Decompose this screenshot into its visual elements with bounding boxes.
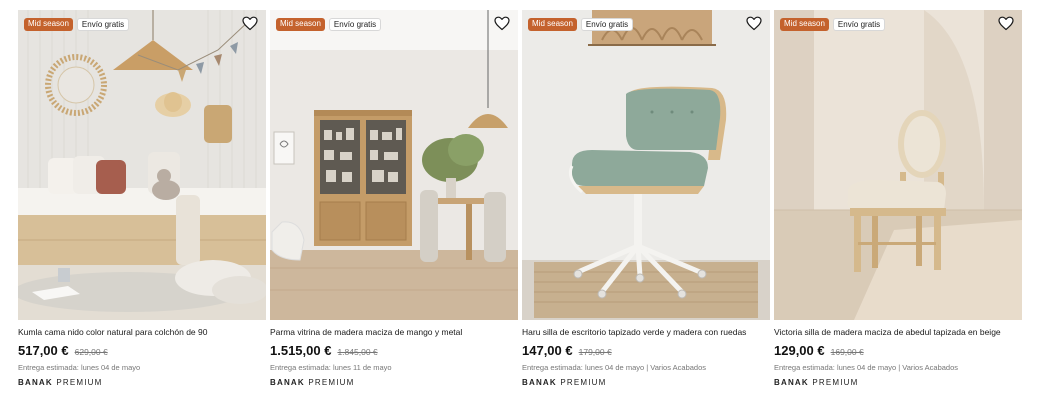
brand-tier: PREMIUM <box>56 378 103 387</box>
brand-tier: PREMIUM <box>812 378 859 387</box>
badge-group: Mid season Envío gratis <box>528 18 634 31</box>
delivery-estimate: Entrega estimada: lunes 11 de mayo <box>270 363 392 372</box>
badge-group: Mid season Envío gratis <box>780 18 886 31</box>
free-shipping-badge: Envío gratis <box>832 18 886 31</box>
sale-badge: Mid season <box>24 18 73 31</box>
heart-outline-icon[interactable] <box>242 16 258 31</box>
delivery-estimate: Entrega estimada: lunes 04 de mayo | Var… <box>774 363 959 372</box>
brand-tier: PREMIUM <box>308 378 355 387</box>
product-photo-display-cabinet <box>270 10 518 320</box>
product-title[interactable]: Haru silla de escritorio tapizado verde … <box>522 327 770 338</box>
sale-badge: Mid season <box>276 18 325 31</box>
current-price: 129,00 € <box>774 343 825 358</box>
original-price: 1.845,00 € <box>337 347 378 357</box>
brand-name: BANAK <box>270 378 305 387</box>
delivery-estimate: Entrega estimada: lunes 04 de mayo <box>18 363 141 372</box>
product-photo-dining-chair <box>774 10 1022 320</box>
free-shipping-badge: Envío gratis <box>580 18 634 31</box>
sale-badge: Mid season <box>528 18 577 31</box>
sale-badge: Mid season <box>780 18 829 31</box>
brand-label: BANAK PREMIUM <box>270 378 355 387</box>
brand-label: BANAK PREMIUM <box>774 378 859 387</box>
product-title[interactable]: Parma vitrina de madera maciza de mango … <box>270 327 518 338</box>
current-price: 517,00 € <box>18 343 69 358</box>
heart-outline-icon[interactable] <box>746 16 762 31</box>
original-price: 169,00 € <box>830 347 864 357</box>
brand-name: BANAK <box>18 378 53 387</box>
product-image[interactable] <box>18 10 266 320</box>
badge-group: Mid season Envío gratis <box>276 18 382 31</box>
original-price: 179,00 € <box>578 347 612 357</box>
price-row: 147,00 € 179,00 € <box>522 343 612 359</box>
product-photo-office-chair <box>522 10 770 320</box>
product-grid: Mid season Envío gratis Kumla cama nido … <box>18 10 1023 395</box>
product-title[interactable]: Victoria silla de madera maciza de abedu… <box>774 327 1022 338</box>
free-shipping-badge: Envío gratis <box>76 18 130 31</box>
brand-tier: PREMIUM <box>560 378 607 387</box>
product-image[interactable] <box>774 10 1022 320</box>
badge-group: Mid season Envío gratis <box>24 18 130 31</box>
heart-outline-icon[interactable] <box>998 16 1014 31</box>
price-row: 1.515,00 € 1.845,00 € <box>270 343 378 359</box>
product-card[interactable]: Mid season Envío gratis Kumla cama nido … <box>18 10 266 395</box>
brand-name: BANAK <box>774 378 809 387</box>
free-shipping-badge: Envío gratis <box>328 18 382 31</box>
product-card[interactable]: Mid season Envío gratis Parma vitrina de… <box>270 10 518 395</box>
product-image[interactable] <box>270 10 518 320</box>
brand-label: BANAK PREMIUM <box>522 378 607 387</box>
product-title[interactable]: Kumla cama nido color natural para colch… <box>18 327 266 338</box>
brand-label: BANAK PREMIUM <box>18 378 103 387</box>
delivery-estimate: Entrega estimada: lunes 04 de mayo | Var… <box>522 363 707 372</box>
current-price: 147,00 € <box>522 343 573 358</box>
price-row: 517,00 € 629,00 € <box>18 343 108 359</box>
heart-outline-icon[interactable] <box>494 16 510 31</box>
product-photo-bed <box>18 10 266 320</box>
original-price: 629,00 € <box>74 347 108 357</box>
product-card[interactable]: Mid season Envío gratis Victoria silla d… <box>774 10 1022 395</box>
brand-name: BANAK <box>522 378 557 387</box>
product-card[interactable]: Mid season Envío gratis Haru silla de es… <box>522 10 770 395</box>
product-image[interactable] <box>522 10 770 320</box>
price-row: 129,00 € 169,00 € <box>774 343 864 359</box>
current-price: 1.515,00 € <box>270 343 332 358</box>
